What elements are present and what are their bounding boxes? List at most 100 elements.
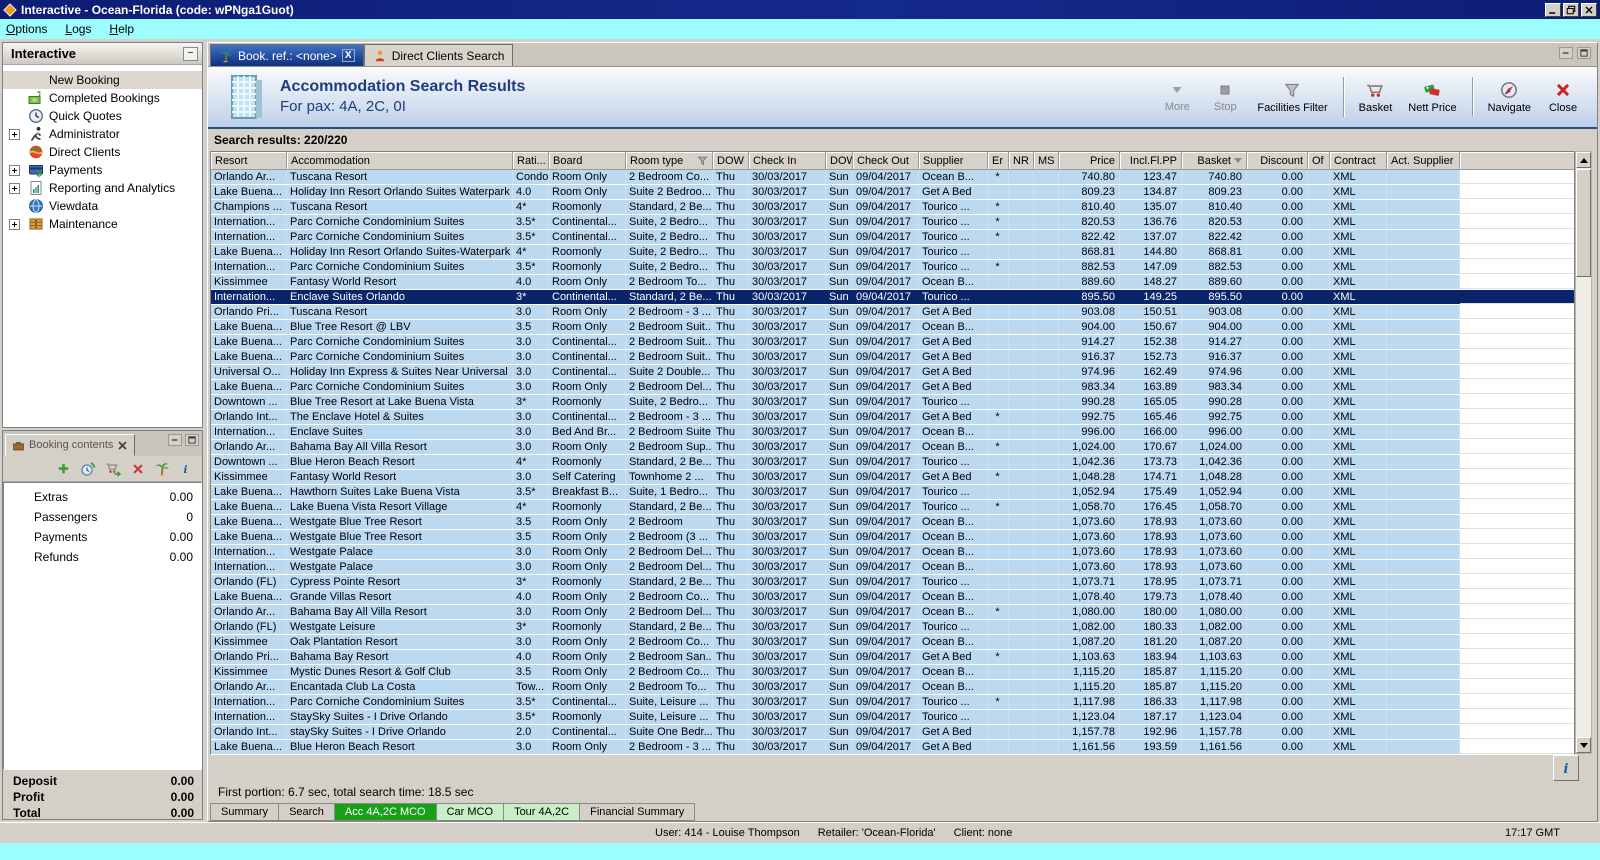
column-header-contract[interactable]: Contract: [1330, 152, 1387, 170]
table-row[interactable]: Orlando (FL) Westgate Leisure 3* Roomonly St…: [211, 620, 1574, 635]
table-row[interactable]: Kissimmee Oak Plantation Resort 3.0 Room On…: [211, 635, 1574, 650]
column-header-ms[interactable]: MS: [1034, 152, 1059, 170]
scrollbar-thumb[interactable]: [1576, 169, 1591, 277]
facilities-filter-button[interactable]: Facilities Filter: [1251, 74, 1333, 120]
bottom-tab-summary[interactable]: Summary: [210, 803, 280, 821]
sidebar-item-direct-clients[interactable]: Direct Clients: [3, 143, 202, 161]
bottom-tab-acc-4a-2c-mco[interactable]: Acc 4A,2C MCO: [334, 803, 437, 821]
booking-contents-tab[interactable]: Booking contents: [5, 434, 136, 456]
scroll-up-button[interactable]: [1576, 152, 1591, 168]
sidebar-item-administrator[interactable]: Administrator: [3, 125, 202, 143]
expand-plus-icon[interactable]: [9, 218, 20, 230]
column-header-dow[interactable]: DOW: [826, 152, 853, 170]
bottom-tab-car-mco[interactable]: Car MCO: [436, 803, 505, 821]
navigate-button[interactable]: Navigate: [1482, 74, 1537, 120]
tab-direct-clients-search[interactable]: Direct Clients Search: [363, 44, 514, 66]
table-row[interactable]: Internation... Westgate Palace 3.0 Room Onl…: [211, 545, 1574, 560]
column-header-act-supplier[interactable]: Act. Supplier: [1387, 152, 1460, 170]
table-row[interactable]: Orlando Ar... Tuscana Resort Condo Room Onl…: [211, 170, 1574, 185]
vertical-scrollbar[interactable]: [1575, 151, 1592, 754]
table-row[interactable]: Lake Buena... Hawthorn Suites Lake Buena …: [211, 485, 1574, 500]
table-row[interactable]: Internation... StaySky Suites - I Drive O…: [211, 710, 1574, 725]
column-header-supplier[interactable]: Supplier: [919, 152, 988, 170]
table-row[interactable]: Internation... Enclave Suites 3.0 Bed And B…: [211, 425, 1574, 440]
column-header-of[interactable]: Of: [1308, 152, 1330, 170]
panel-maximize-button[interactable]: [185, 434, 199, 446]
expand-plus-icon[interactable]: [9, 182, 20, 194]
table-row[interactable]: Orlando (FL) Cypress Pointe Resort 3* Roomo…: [211, 575, 1574, 590]
booking-row-refunds[interactable]: Refunds 0.00: [4, 547, 201, 567]
sidebar-item-viewdata[interactable]: Viewdata: [3, 197, 202, 215]
table-row[interactable]: Kissimmee Fantasy World Resort 3.0 Self Cat…: [211, 470, 1574, 485]
column-header-er[interactable]: Er: [988, 152, 1009, 170]
table-row[interactable]: Orlando Pri... Bahama Bay Resort 4.0 Room O…: [211, 650, 1574, 665]
close-tab-icon[interactable]: [117, 440, 128, 451]
column-header-basket[interactable]: Basket: [1182, 152, 1247, 170]
table-row[interactable]: Lake Buena... Westgate Blue Tree Resort 3.…: [211, 530, 1574, 545]
table-row[interactable]: Lake Buena... Westgate Blue Tree Resort 3.…: [211, 515, 1574, 530]
close-button[interactable]: Close: [1541, 74, 1585, 120]
column-header-check-out[interactable]: Check Out: [853, 152, 919, 170]
sidebar-item-new-booking[interactable]: New Booking: [3, 71, 202, 89]
info-icon[interactable]: [179, 462, 192, 476]
refresh-quote-icon[interactable]: [80, 461, 96, 477]
close-window-button[interactable]: [1581, 2, 1597, 17]
panel-minimize-button[interactable]: [1559, 47, 1573, 59]
sidebar-collapse-button[interactable]: −: [183, 46, 198, 61]
table-row[interactable]: Lake Buena... Blue Tree Resort @ LBV 3.5 Ro…: [211, 320, 1574, 335]
menu-options[interactable]: Options: [6, 22, 47, 36]
info-button[interactable]: [1553, 755, 1579, 781]
table-row[interactable]: Lake Buena... Lake Buena Vista Resort Vil…: [211, 500, 1574, 515]
table-row[interactable]: Champions ... Tuscana Resort 4* Roomonly Sta…: [211, 200, 1574, 215]
table-row[interactable]: Kissimmee Mystic Dunes Resort & Golf Club…: [211, 665, 1574, 680]
table-row[interactable]: Orlando Int... The Enclave Hotel & Suites…: [211, 410, 1574, 425]
booking-row-payments[interactable]: Payments 0.00: [4, 527, 201, 547]
minimize-button[interactable]: [1545, 2, 1561, 17]
table-row[interactable]: Internation... Parc Corniche Condominium …: [211, 260, 1574, 275]
scroll-down-button[interactable]: [1576, 737, 1591, 753]
bottom-tab-financial-summary[interactable]: Financial Summary: [580, 803, 696, 821]
table-row[interactable]: Lake Buena... Holiday Inn Resort Orlando …: [211, 245, 1574, 260]
column-header-discount[interactable]: Discount: [1247, 152, 1308, 170]
basket-button[interactable]: Basket: [1353, 74, 1399, 120]
column-header-incl-fl-pp[interactable]: Incl.Fl.PP: [1120, 152, 1182, 170]
table-row[interactable]: Internation... Parc Corniche Condominium …: [211, 695, 1574, 710]
table-row[interactable]: Orlando Pri... Tuscana Resort 3.0 Room Only…: [211, 305, 1574, 320]
column-filter-icon[interactable]: [697, 155, 708, 166]
column-header-check-in[interactable]: Check In: [749, 152, 826, 170]
expand-plus-icon[interactable]: [9, 164, 20, 176]
table-row[interactable]: Lake Buena... Parc Corniche Condominium S…: [211, 380, 1574, 395]
table-row[interactable]: Lake Buena... Parc Corniche Condominium S…: [211, 335, 1574, 350]
table-row[interactable]: Lake Buena... Parc Corniche Condominium S…: [211, 350, 1574, 365]
sidebar-item-completed-bookings[interactable]: Completed Bookings: [3, 89, 202, 107]
add-item-icon[interactable]: [56, 461, 71, 476]
tab-booking-ref[interactable]: Book. ref.: <none> X: [210, 44, 364, 66]
delete-item-icon[interactable]: [131, 462, 145, 476]
tab-close-icon[interactable]: X: [341, 49, 355, 62]
nett-price-button[interactable]: Nett Price: [1402, 74, 1462, 120]
table-row[interactable]: Lake Buena... Blue Heron Beach Resort 3.0 R…: [211, 740, 1574, 755]
cart-transfer-icon[interactable]: [105, 461, 122, 477]
booking-row-extras[interactable]: Extras 0.00: [4, 487, 201, 507]
column-header-price[interactable]: Price: [1059, 152, 1120, 170]
table-row[interactable]: Lake Buena... Holiday Inn Resort Orlando …: [211, 185, 1574, 200]
column-header-accommodation[interactable]: Accommodation: [287, 152, 513, 170]
sidebar-item-maintenance[interactable]: Maintenance: [3, 215, 202, 233]
booking-row-passengers[interactable]: Passengers 0: [4, 507, 201, 527]
menu-help[interactable]: Help: [109, 22, 134, 36]
column-header-dow[interactable]: DOW: [713, 152, 749, 170]
sidebar-item-reporting-and-analytics[interactable]: Reporting and Analytics: [3, 179, 202, 197]
bottom-tab-search[interactable]: Search: [279, 803, 335, 821]
panel-minimize-button[interactable]: [168, 434, 182, 446]
table-row[interactable]: Universal O... Holiday Inn Express & Suit…: [211, 365, 1574, 380]
table-row[interactable]: Orlando Ar... Bahama Bay All Villa Resort…: [211, 605, 1574, 620]
palm-tree-icon[interactable]: [154, 461, 170, 477]
column-header-board[interactable]: Board: [549, 152, 626, 170]
expand-plus-icon[interactable]: [9, 128, 20, 140]
panel-maximize-button[interactable]: [1577, 47, 1591, 59]
table-row[interactable]: Kissimmee Fantasy World Resort 4.0 Room Onl…: [211, 275, 1574, 290]
table-row[interactable]: Internation... Enclave Suites Orlando 3* Co…: [211, 290, 1574, 305]
restore-button[interactable]: [1563, 2, 1579, 17]
sidebar-item-quick-quotes[interactable]: Quick Quotes: [3, 107, 202, 125]
table-row[interactable]: Orlando Ar... Encantada Club La Costa Tow.…: [211, 680, 1574, 695]
